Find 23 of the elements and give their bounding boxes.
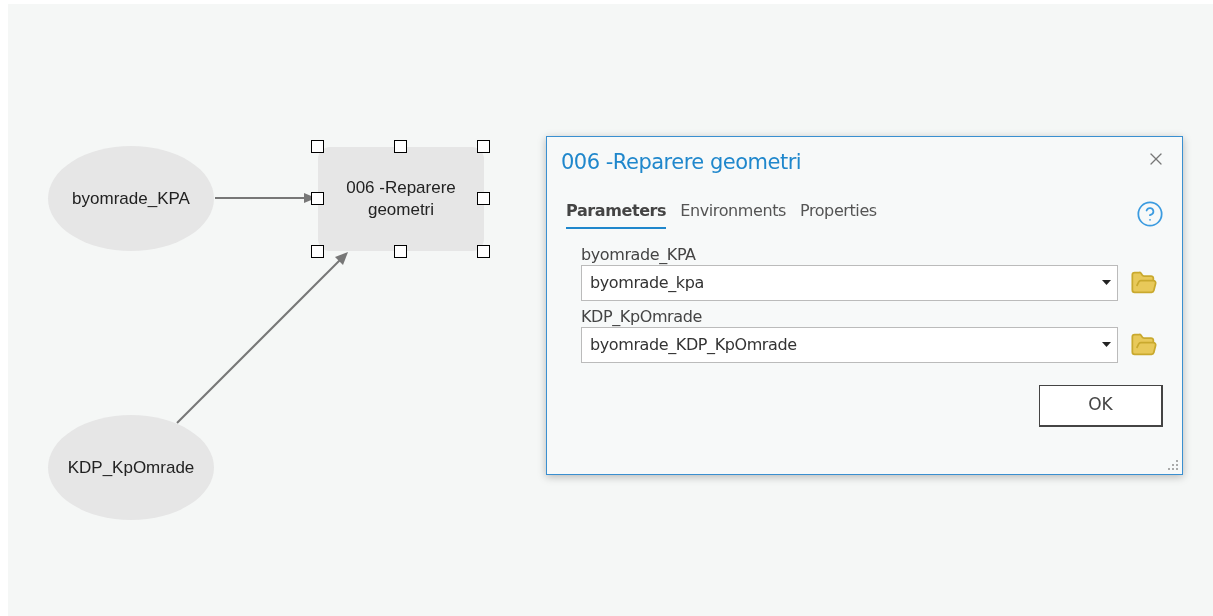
selection-handle[interactable]: [477, 192, 490, 205]
tab[interactable]: Parameters: [566, 198, 667, 229]
help-icon[interactable]: [1136, 199, 1164, 228]
parameter-label: KDP_KpOmrade: [581, 306, 703, 327]
tool-node[interactable]: 006 -Reparere geometri: [318, 147, 484, 251]
selection-handle[interactable]: [394, 140, 407, 153]
parameter-label: byomrade_KPA: [581, 244, 697, 265]
parameter-combo-box[interactable]: byomrade_kpa: [581, 264, 1118, 301]
ok-button[interactable]: OK: [1039, 384, 1163, 427]
caret-icon: [1102, 342, 1111, 347]
selection-handle[interactable]: [311, 245, 324, 258]
tab[interactable]: Properties: [799, 198, 877, 229]
tab[interactable]: Environments: [680, 198, 786, 229]
selection-handle[interactable]: [311, 192, 324, 205]
selection-handle[interactable]: [477, 245, 490, 258]
selection-handle[interactable]: [394, 245, 407, 258]
selection-handle[interactable]: [311, 140, 324, 153]
selection-handle[interactable]: [477, 140, 490, 153]
parameter-combo-box[interactable]: byomrade_KDP_KpOmrade: [581, 326, 1118, 363]
data-node[interactable]: KDP_KpOmrade: [48, 415, 214, 520]
dialog-title: 006 -Reparere geometri: [561, 149, 802, 176]
data-node[interactable]: byomrade_KPA: [48, 146, 214, 251]
caret-icon: [1102, 280, 1111, 285]
